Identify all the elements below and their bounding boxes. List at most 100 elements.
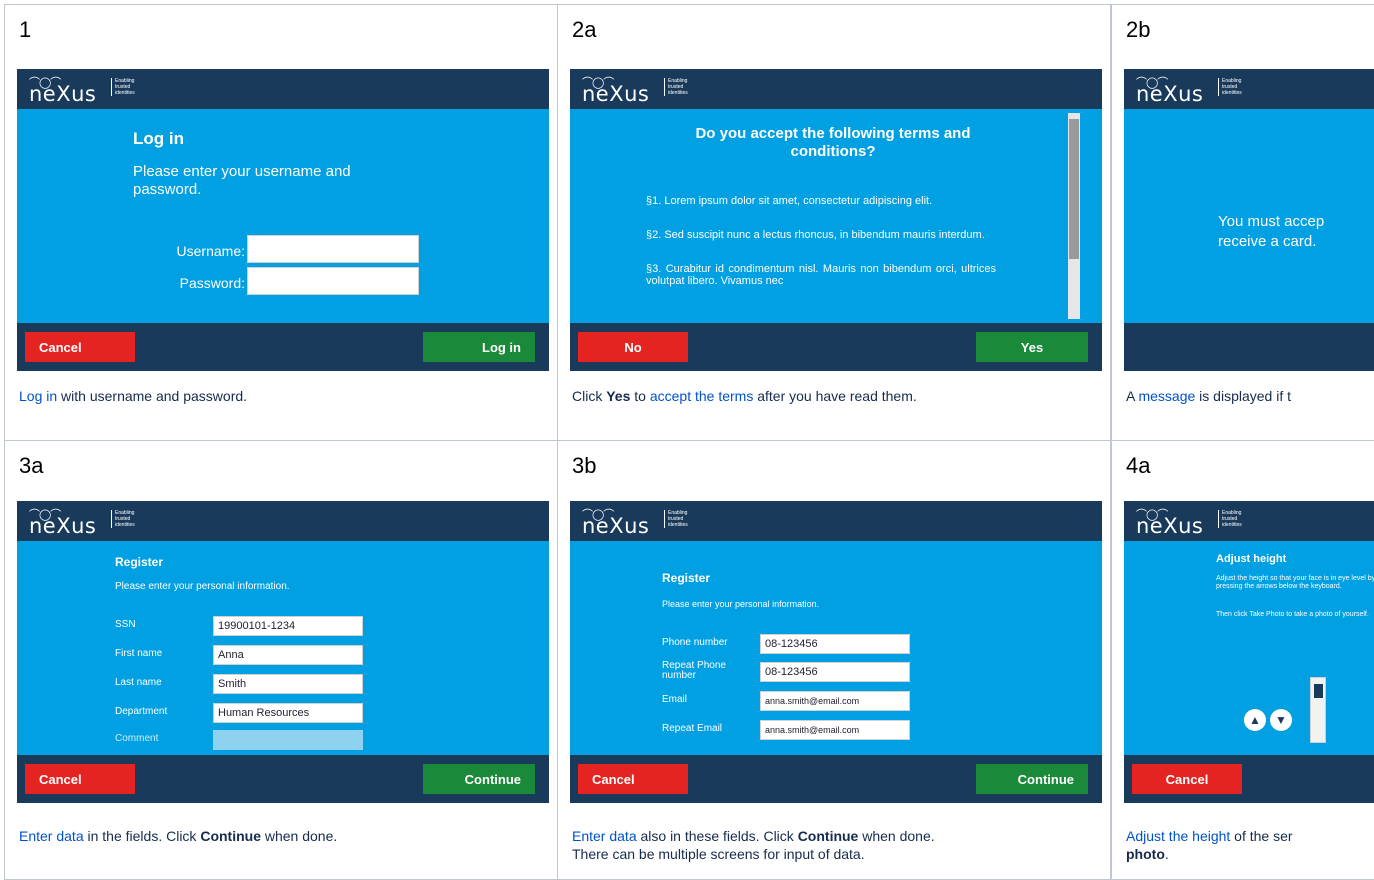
caption-link[interactable]: Adjust the height [1126, 828, 1230, 844]
page-title: Adjust height [1216, 553, 1287, 565]
panel-3b: 3b ⌒◯⌒ neXus Enabling trusted identities… [557, 440, 1111, 880]
phone-input[interactable] [760, 634, 910, 654]
screen-footer: Cancel [1124, 755, 1374, 803]
step-number: 2a [572, 17, 597, 42]
panel-1: 1 ⌒◯⌒ neXus Enabling trusted identities … [4, 4, 557, 440]
panel-3a: 3a ⌒◯⌒ neXus Enabling trusted identities… [4, 440, 557, 880]
page-title: Register [662, 571, 711, 585]
message-screen: ⌒◯⌒ neXus Enabling trusted identities Yo… [1124, 69, 1374, 371]
terms-paragraph-3: §3. Curabitur id condimentum nisl. Mauri… [646, 263, 996, 287]
password-input[interactable] [247, 267, 419, 295]
terms-screen: ⌒◯⌒ neXus Enabling trusted identities Do… [570, 69, 1102, 371]
screen-header: ⌒◯⌒ neXus Enabling trusted identities [1124, 501, 1374, 541]
repeat-phone-label: Repeat Phone number [662, 660, 726, 681]
repeat-email-input[interactable] [760, 720, 910, 740]
username-input[interactable] [247, 235, 419, 263]
username-label: Username: [176, 243, 245, 259]
last-name-input[interactable] [213, 674, 363, 694]
nexus-logo: ⌒◯⌒ neXus Enabling trusted identities [578, 74, 688, 106]
first-name-input[interactable] [213, 645, 363, 665]
no-button[interactable]: No [578, 332, 688, 362]
cancel-button[interactable]: Cancel [25, 332, 135, 362]
terms-scrollbar[interactable] [1068, 113, 1080, 319]
nexus-logo: ⌒◯⌒ neXus Enabling trusted identities [25, 506, 135, 538]
panel-4a: 4a ⌒◯⌒ neXus Enabling trusted identities… [1111, 440, 1374, 880]
ssn-input[interactable] [213, 616, 363, 636]
password-label: Password: [179, 275, 245, 291]
adjust-height-screen: ⌒◯⌒ neXus Enabling trusted identities Ad… [1124, 501, 1374, 803]
page-subtitle: Please enter your username and password. [133, 163, 351, 198]
screen-header: ⌒◯⌒ neXus Enabling trusted identities [17, 501, 549, 541]
repeat-email-label: Repeat Email [662, 723, 723, 734]
login-screen: ⌒◯⌒ neXus Enabling trusted identities Lo… [17, 69, 549, 371]
step-number: 3a [19, 453, 44, 478]
caption: A message is displayed if t [1126, 388, 1291, 404]
screen-header: ⌒◯⌒ neXus Enabling trusted identities [1124, 69, 1374, 109]
screen-footer: Cancel Log in [17, 323, 549, 371]
nexus-logo: ⌒◯⌒ neXus Enabling trusted identities [1132, 74, 1242, 106]
cancel-button[interactable]: Cancel [1132, 764, 1242, 794]
screen-footer [1124, 323, 1374, 371]
caption: Enter data also in these fields. Click C… [572, 828, 935, 862]
caption: Log in with username and password. [19, 388, 248, 404]
login-button[interactable]: Log in [423, 332, 535, 362]
nexus-logo: ⌒◯⌒ neXus Enabling trusted identities [1132, 506, 1242, 538]
screenshot-grid: 1 ⌒◯⌒ neXus Enabling trusted identities … [4, 4, 1374, 880]
caption-link[interactable]: Enter data [572, 828, 637, 844]
screen-header: ⌒◯⌒ neXus Enabling trusted identities [570, 69, 1102, 109]
last-name-label: Last name [115, 677, 162, 688]
phone-label: Phone number [662, 637, 728, 648]
yes-button[interactable]: Yes [976, 332, 1088, 362]
caption: Enter data in the fields. Click Continue… [19, 828, 338, 844]
first-name-label: First name [115, 648, 163, 659]
kiosk-screen [1314, 684, 1323, 698]
panel-2b: 2b ⌒◯⌒ neXus Enabling trusted identities… [1111, 4, 1374, 440]
caption: Adjust the height of the ser photo. [1126, 828, 1293, 862]
continue-button[interactable]: Continue [423, 764, 535, 794]
repeat-phone-input[interactable] [760, 662, 910, 682]
step-number: 1 [19, 17, 32, 42]
terms-paragraph-1: §1. Lorem ipsum dolor sit amet, consecte… [646, 195, 933, 207]
scroll-thumb[interactable] [1069, 119, 1079, 259]
cancel-button[interactable]: Cancel [25, 764, 135, 794]
instruction-2: Then click Take Photo to take a photo of… [1216, 611, 1369, 618]
page-title: Log in [133, 129, 184, 148]
caption-link[interactable]: message [1138, 388, 1195, 404]
step-number: 2b [1126, 17, 1151, 42]
register-screen: ⌒◯⌒ neXus Enabling trusted identities Re… [17, 501, 549, 803]
email-label: Email [662, 694, 688, 705]
comment-label: Comment [115, 733, 159, 744]
nexus-logo: ⌒◯⌒ neXus Enabling trusted identities [578, 506, 688, 538]
caption-link[interactable]: Log in [19, 388, 57, 404]
register-screen-2: ⌒◯⌒ neXus Enabling trusted identities Re… [570, 501, 1102, 803]
page-subtitle: Please enter your personal information. [662, 599, 820, 609]
nexus-logo: ⌒◯⌒ neXus Enabling trusted identities [25, 74, 135, 106]
page-subtitle: Please enter your personal information. [115, 581, 290, 592]
comment-input[interactable] [213, 730, 363, 750]
terms-title: Do you accept the following terms and co… [695, 125, 971, 160]
caption-link[interactable]: accept the terms [650, 388, 754, 404]
screen-header: ⌒◯⌒ neXus Enabling trusted identities [17, 69, 549, 109]
instruction-1: Adjust the height so that your face is i… [1216, 575, 1374, 590]
page-title: Register [115, 555, 164, 569]
arrow-down-button[interactable]: ▼ [1270, 709, 1292, 731]
caption-link[interactable]: Enter data [19, 828, 84, 844]
terms-paragraph-2: §2. Sed suscipit nunc a lectus rhoncus, … [646, 229, 985, 241]
step-number: 4a [1126, 453, 1151, 478]
kiosk-illustration [1310, 677, 1326, 743]
screen-header: ⌒◯⌒ neXus Enabling trusted identities [570, 501, 1102, 541]
department-label: Department [115, 706, 168, 717]
screen-footer: Cancel Continue [17, 755, 549, 803]
email-input[interactable] [760, 691, 910, 711]
arrow-up-button[interactable]: ▲ [1244, 709, 1266, 731]
screen-footer: Cancel Continue [570, 755, 1102, 803]
caption: Click Yes to accept the terms after you … [572, 388, 917, 404]
message-line-1: You must accep [1218, 213, 1325, 230]
step-number: 3b [572, 453, 597, 478]
continue-button[interactable]: Continue [976, 764, 1088, 794]
panel-2a: 2a ⌒◯⌒ neXus Enabling trusted identities… [557, 4, 1111, 440]
cancel-button[interactable]: Cancel [578, 764, 688, 794]
message-line-2: receive a card. [1218, 233, 1317, 250]
ssn-label: SSN [115, 619, 136, 630]
department-input[interactable] [213, 703, 363, 723]
